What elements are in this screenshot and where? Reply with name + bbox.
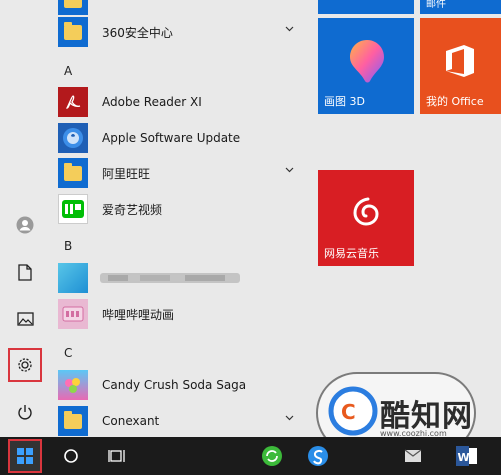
cortana-circle-icon xyxy=(64,449,78,463)
tile-mail-partial[interactable]: 邮件 xyxy=(420,0,501,14)
list-item-adobe-reader[interactable]: Adobe Reader XI xyxy=(58,84,304,120)
tile-label: 我的 Office xyxy=(426,95,484,108)
start-button[interactable] xyxy=(8,439,42,473)
tile-partial-left[interactable] xyxy=(318,0,414,14)
documents-icon[interactable] xyxy=(8,255,42,289)
folder-icon xyxy=(58,17,88,47)
blurred-app-icon xyxy=(58,263,88,293)
tile-netease-music[interactable]: 网易云音乐 xyxy=(318,170,414,266)
settings-gear-icon[interactable] xyxy=(8,348,42,382)
list-item-label: Apple Software Update xyxy=(102,131,241,145)
green-refresh-app-icon xyxy=(262,446,282,466)
coozhi-logo-icon: C xyxy=(328,386,378,436)
sogou-browser-icon xyxy=(308,446,328,466)
tile-label: 网易云音乐 xyxy=(324,247,379,260)
folder-icon xyxy=(58,158,88,188)
taskbar-app-mail[interactable] xyxy=(400,437,426,475)
windows-logo-icon xyxy=(17,448,33,464)
tile-label: 画图 3D xyxy=(324,95,365,108)
list-item-label: 360安全中心 xyxy=(102,25,173,40)
taskbar-app-sogou[interactable] xyxy=(302,437,334,475)
taskbar-app-word[interactable]: W xyxy=(452,437,482,475)
list-item-iqiyi[interactable]: 爱奇艺视频 xyxy=(58,191,304,227)
power-icon[interactable] xyxy=(8,395,42,429)
list-item-label: Candy Crush Soda Saga xyxy=(102,378,247,392)
chevron-down-icon[interactable] xyxy=(285,26,294,32)
app-list: 360安全中心 A Adobe Reader XI Apple Software… xyxy=(50,0,304,437)
svg-text:W: W xyxy=(458,451,470,464)
list-item-label: 哔哩哔哩动画 xyxy=(102,307,175,322)
list-item-label: 阿里旺旺 xyxy=(102,166,151,181)
list-item-label: Adobe Reader XI xyxy=(102,95,202,109)
start-sidebar xyxy=(0,0,50,437)
task-view-icon xyxy=(108,450,125,462)
netease-music-icon xyxy=(353,197,379,226)
taskbar-app-green[interactable] xyxy=(256,437,288,475)
folder-icon xyxy=(58,406,88,436)
bilibili-icon xyxy=(58,299,88,329)
tile-paint3d[interactable]: 画图 3D xyxy=(318,18,414,114)
apple-update-icon xyxy=(58,123,88,153)
list-item-blurred[interactable] xyxy=(58,260,304,296)
blurred-label xyxy=(100,273,240,283)
user-account-icon[interactable] xyxy=(8,208,42,242)
task-view-button[interactable] xyxy=(102,437,132,475)
adobe-reader-icon xyxy=(58,87,88,117)
iqiyi-icon xyxy=(58,194,88,224)
list-item-conexant[interactable]: Conexant xyxy=(58,403,304,439)
office-icon xyxy=(446,45,474,77)
svg-text:C: C xyxy=(341,400,356,424)
list-item-label: Conexant xyxy=(102,414,160,428)
pictures-icon[interactable] xyxy=(8,302,42,336)
search-cortana-button[interactable] xyxy=(56,437,86,475)
taskbar: W xyxy=(0,437,501,475)
list-item-label: 爱奇艺视频 xyxy=(102,202,163,217)
group-letter-a[interactable]: A xyxy=(64,64,72,78)
list-item-360[interactable]: 360安全中心 xyxy=(58,14,304,50)
list-item-apple-software-update[interactable]: Apple Software Update xyxy=(58,120,304,156)
envelope-icon xyxy=(404,449,422,462)
group-letter-c[interactable]: C xyxy=(64,346,72,360)
candy-crush-icon xyxy=(58,370,88,400)
word-icon: W xyxy=(456,446,477,466)
tile-label: 邮件 xyxy=(426,0,446,10)
group-letter-b[interactable]: B xyxy=(64,239,72,253)
list-item-candy-crush[interactable]: Candy Crush Soda Saga xyxy=(58,367,304,403)
list-item-aliwangwang[interactable]: 阿里旺旺 xyxy=(58,155,304,191)
chevron-down-icon[interactable] xyxy=(285,167,294,173)
list-item-bilibili[interactable]: 哔哩哔哩动画 xyxy=(58,296,304,332)
chevron-down-icon[interactable] xyxy=(285,415,294,421)
tile-my-office[interactable]: 我的 Office xyxy=(420,18,501,114)
folder-icon xyxy=(58,0,88,15)
paint3d-icon xyxy=(350,40,384,83)
